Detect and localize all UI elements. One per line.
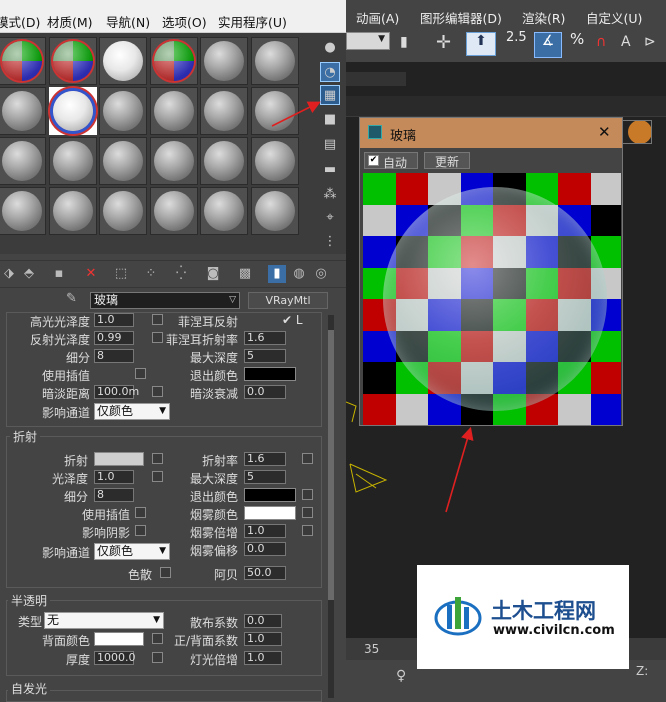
reflection-right-label: 暗淡衰减 [189,387,238,401]
reflection-left-spinner[interactable]: 0.99 [94,331,134,345]
chevron-down-icon: ▼ [159,406,166,416]
watermark-url: www.civilcn.com [493,623,615,638]
reflection-right-value[interactable]: 1.6 [244,331,286,345]
reflection-left-spinner[interactable]: 100.0m [94,385,139,399]
watermark-cn: 土木工程网 [491,599,596,623]
reflection-left-spinner[interactable]: 8 [94,349,134,363]
arrow-to-preview [445,426,474,513]
reflection-affect-channel-dropdown[interactable]: 仅颜色 ▼ [94,403,170,420]
reflection-right-label: 菲涅耳反射 [177,315,238,329]
reflection-left-label: 影响通道 [41,406,90,420]
arrow-to-background-button [271,101,321,127]
reflection-right-value[interactable]: 0.0 [244,385,286,399]
reflection-right-label: 最大深度 [189,351,238,365]
reflection-checkbox[interactable] [135,368,146,379]
reflection-left-label: 反射光泽度 [29,333,90,347]
reflection-left-label: 使用插值 [41,369,90,383]
reflection-right-label: 退出颜色 [189,369,238,383]
watermark: 土木工程网 www.civilcn.com [417,565,629,669]
reflection-right-value[interactable]: ✔ L [282,313,303,327]
reflection-left-label: 暗淡距离 [41,387,90,401]
reflection-left-label: 细分 [65,351,90,365]
reflection-left-label: 高光光泽度 [29,315,90,329]
reflection-left-spinner[interactable]: 1.0 [94,313,134,327]
reflection-exit-color-swatch[interactable] [244,367,296,381]
watermark-logo [434,597,482,636]
reflection-right-label: 菲涅耳折射率 [165,333,238,347]
reflection-right-value[interactable]: 5 [244,349,286,363]
reflection-affect-channel-value: 仅颜色 [97,404,134,418]
